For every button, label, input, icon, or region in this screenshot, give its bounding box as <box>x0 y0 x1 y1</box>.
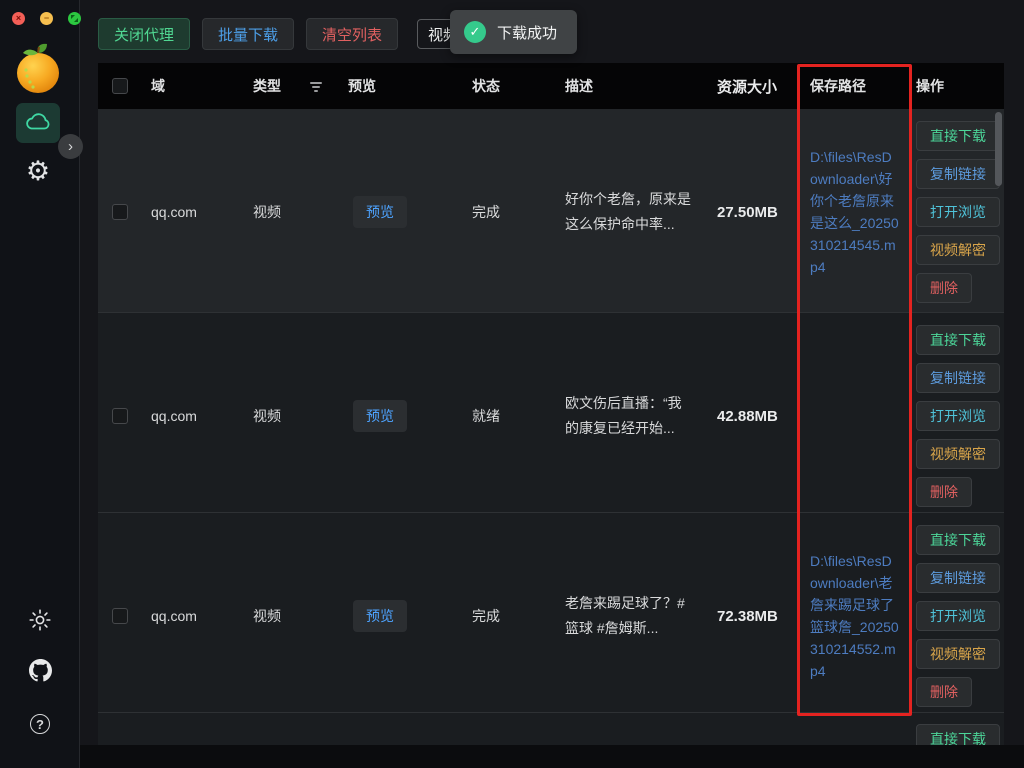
header-actions: 操作 <box>907 76 1004 96</box>
cloud-icon <box>25 111 51 136</box>
header-type: 类型 <box>242 76 332 96</box>
sidebar-item-downloads[interactable] <box>16 103 60 143</box>
delete-button[interactable]: 删除 <box>916 477 972 507</box>
toast-notification: ✓ 下载成功 <box>450 10 577 54</box>
cell-type: 视频 <box>242 606 332 626</box>
open-browser-button[interactable]: 打开浏览 <box>916 197 1000 227</box>
header-preview: 预览 <box>332 76 452 96</box>
close-proxy-button[interactable]: 关闭代理 <box>98 18 190 50</box>
cell-type: 视频 <box>242 406 332 426</box>
preview-button[interactable]: 预览 <box>353 196 407 228</box>
sidebar-footer: ? <box>0 610 80 736</box>
row-checkbox[interactable] <box>112 608 128 624</box>
direct-download-button[interactable]: 直接下载 <box>916 121 1000 151</box>
copy-link-button[interactable]: 复制链接 <box>916 159 1000 189</box>
cell-actions: 直接下载 复制链接 打开浏览 视频解密 删除 <box>907 109 1004 315</box>
github-link-button[interactable] <box>28 661 52 685</box>
github-icon <box>29 659 52 687</box>
cell-status: 完成 <box>452 606 547 626</box>
delete-button[interactable]: 删除 <box>916 273 972 303</box>
download-table: 域 类型 预览 状态 描述 资源大小 保存路径 操作 qq.com 视频 预览 … <box>98 63 1004 745</box>
cell-actions: 直接下载 复制链接 打开浏览 视频解密 删除 <box>907 313 1004 519</box>
help-button[interactable]: ? <box>28 712 52 736</box>
toolbar: 关闭代理 批量下载 清空列表 视频 × <box>98 18 485 50</box>
cell-save-path-link[interactable]: D:\files\ResDownloader\老詹来踢足球了篮球詹_202503… <box>797 550 907 682</box>
header-status: 状态 <box>452 76 547 96</box>
header-description: 描述 <box>547 74 697 99</box>
batch-download-button[interactable]: 批量下载 <box>202 18 294 50</box>
zoom-window-button[interactable] <box>68 12 81 25</box>
sidebar-item-settings[interactable]: ⚙ <box>22 155 54 187</box>
cell-status: 完成 <box>452 202 547 222</box>
scrollbar-thumb[interactable] <box>995 112 1002 186</box>
row-checkbox[interactable] <box>112 204 128 220</box>
cell-description: 老詹来踢足球了？#篮球 #詹姆斯... <box>547 591 697 641</box>
preview-button[interactable]: 预览 <box>353 400 407 432</box>
table-row: qq.com 视频 预览 完成 老詹来踢足球了？#篮球 #詹姆斯... 72.3… <box>98 513 1004 713</box>
copy-link-button[interactable]: 复制链接 <box>916 363 1000 393</box>
window-controls: × − <box>12 12 81 25</box>
clear-list-button[interactable]: 清空列表 <box>306 18 398 50</box>
bottom-strip <box>80 745 1024 768</box>
cell-actions: 直接下载 <box>907 713 1004 745</box>
cell-domain: qq.com <box>142 608 242 624</box>
video-decrypt-button[interactable]: 视频解密 <box>916 439 1000 469</box>
cell-size: 72.38MB <box>697 608 797 625</box>
cell-domain: qq.com <box>142 408 242 424</box>
table-row-partial: 直接下载 <box>98 713 1004 745</box>
toast-message: 下载成功 <box>497 22 557 43</box>
theme-toggle-button[interactable] <box>28 610 52 634</box>
chevron-right-icon: › <box>68 138 73 155</box>
header-size: 资源大小 <box>697 76 797 97</box>
direct-download-button[interactable]: 直接下载 <box>916 325 1000 355</box>
copy-link-button[interactable]: 复制链接 <box>916 563 1000 593</box>
open-browser-button[interactable]: 打开浏览 <box>916 601 1000 631</box>
cell-domain: qq.com <box>142 204 242 220</box>
close-window-button[interactable]: × <box>12 12 25 25</box>
filter-icon[interactable] <box>310 80 322 92</box>
app-logo-icon <box>14 40 64 96</box>
preview-button[interactable]: 预览 <box>353 600 407 632</box>
sidebar-expand-button[interactable]: › <box>58 134 83 159</box>
sun-icon <box>29 609 51 636</box>
check-circle-icon: ✓ <box>464 21 486 43</box>
cell-description: 欧文伤后直播：“我的康复已经开始... <box>547 391 697 441</box>
header-domain: 域 <box>142 76 242 96</box>
direct-download-button[interactable]: 直接下载 <box>916 724 1000 745</box>
cell-actions: 直接下载 复制链接 打开浏览 视频解密 删除 <box>907 513 1004 719</box>
minimize-window-button[interactable]: − <box>40 12 53 25</box>
cell-size: 42.88MB <box>697 408 797 425</box>
header-path: 保存路径 <box>797 75 907 97</box>
table-row: qq.com 视频 预览 就绪 欧文伤后直播：“我的康复已经开始... 42.8… <box>98 313 1004 513</box>
gear-icon: ⚙ <box>26 156 50 187</box>
question-mark-icon: ? <box>30 714 50 734</box>
cell-status: 就绪 <box>452 406 547 426</box>
select-all-checkbox[interactable] <box>112 78 128 94</box>
video-decrypt-button[interactable]: 视频解密 <box>916 639 1000 669</box>
open-browser-button[interactable]: 打开浏览 <box>916 401 1000 431</box>
cell-size: 27.50MB <box>697 204 797 221</box>
delete-button[interactable]: 删除 <box>916 677 972 707</box>
video-decrypt-button[interactable]: 视频解密 <box>916 235 1000 265</box>
cell-save-path-link[interactable]: D:\files\ResDownloader\好你个老詹原来是这么_202503… <box>797 146 907 278</box>
direct-download-button[interactable]: 直接下载 <box>916 525 1000 555</box>
app-window: × − <box>0 0 1024 768</box>
cell-description: 好你个老詹，原来是这么保护命中率... <box>547 187 697 237</box>
table-row: qq.com 视频 预览 完成 好你个老詹，原来是这么保护命中率... 27.5… <box>98 109 1004 313</box>
sidebar: × − <box>0 0 80 768</box>
table-header: 域 类型 预览 状态 描述 资源大小 保存路径 操作 <box>98 63 1004 109</box>
cell-type: 视频 <box>242 202 332 222</box>
row-checkbox[interactable] <box>112 408 128 424</box>
